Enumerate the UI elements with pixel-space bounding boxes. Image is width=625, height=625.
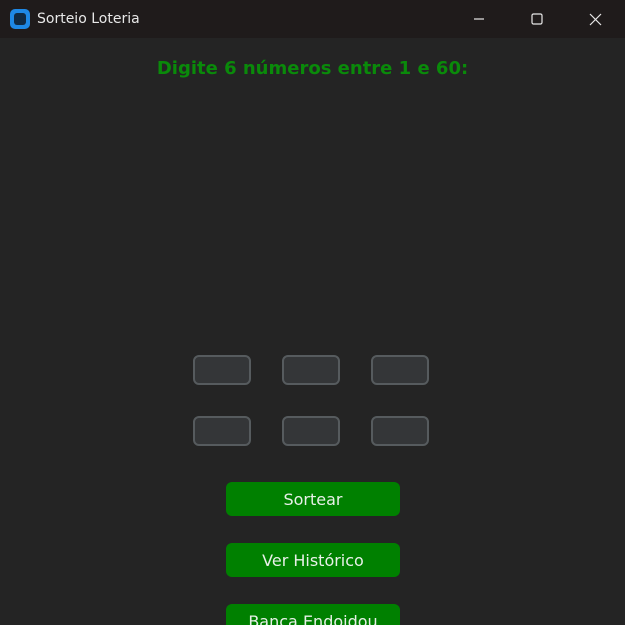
- sortear-button[interactable]: Sortear: [226, 482, 400, 516]
- number-input-5[interactable]: [282, 416, 340, 446]
- number-input-4[interactable]: [193, 416, 251, 446]
- number-input-6[interactable]: [371, 416, 429, 446]
- close-icon: [589, 13, 601, 25]
- minimize-button[interactable]: [456, 0, 502, 38]
- number-input-3[interactable]: [371, 355, 429, 385]
- minimize-icon: [474, 18, 484, 20]
- maximize-icon: [531, 13, 543, 25]
- number-input-1[interactable]: [193, 355, 251, 385]
- close-button[interactable]: [572, 0, 618, 38]
- title-bar[interactable]: Sorteio Loteria: [0, 0, 625, 38]
- ver-historico-button[interactable]: Ver Histórico: [226, 543, 400, 577]
- app-window: Sorteio Loteria Digite 6 números entre 1…: [0, 0, 625, 625]
- banca-endoidou-button[interactable]: Banca Endoidou: [226, 604, 400, 625]
- instruction-label: Digite 6 números entre 1 e 60:: [156, 58, 469, 79]
- app-icon: [10, 9, 30, 29]
- window-title: Sorteio Loteria: [37, 11, 140, 27]
- maximize-button[interactable]: [514, 0, 560, 38]
- number-input-2[interactable]: [282, 355, 340, 385]
